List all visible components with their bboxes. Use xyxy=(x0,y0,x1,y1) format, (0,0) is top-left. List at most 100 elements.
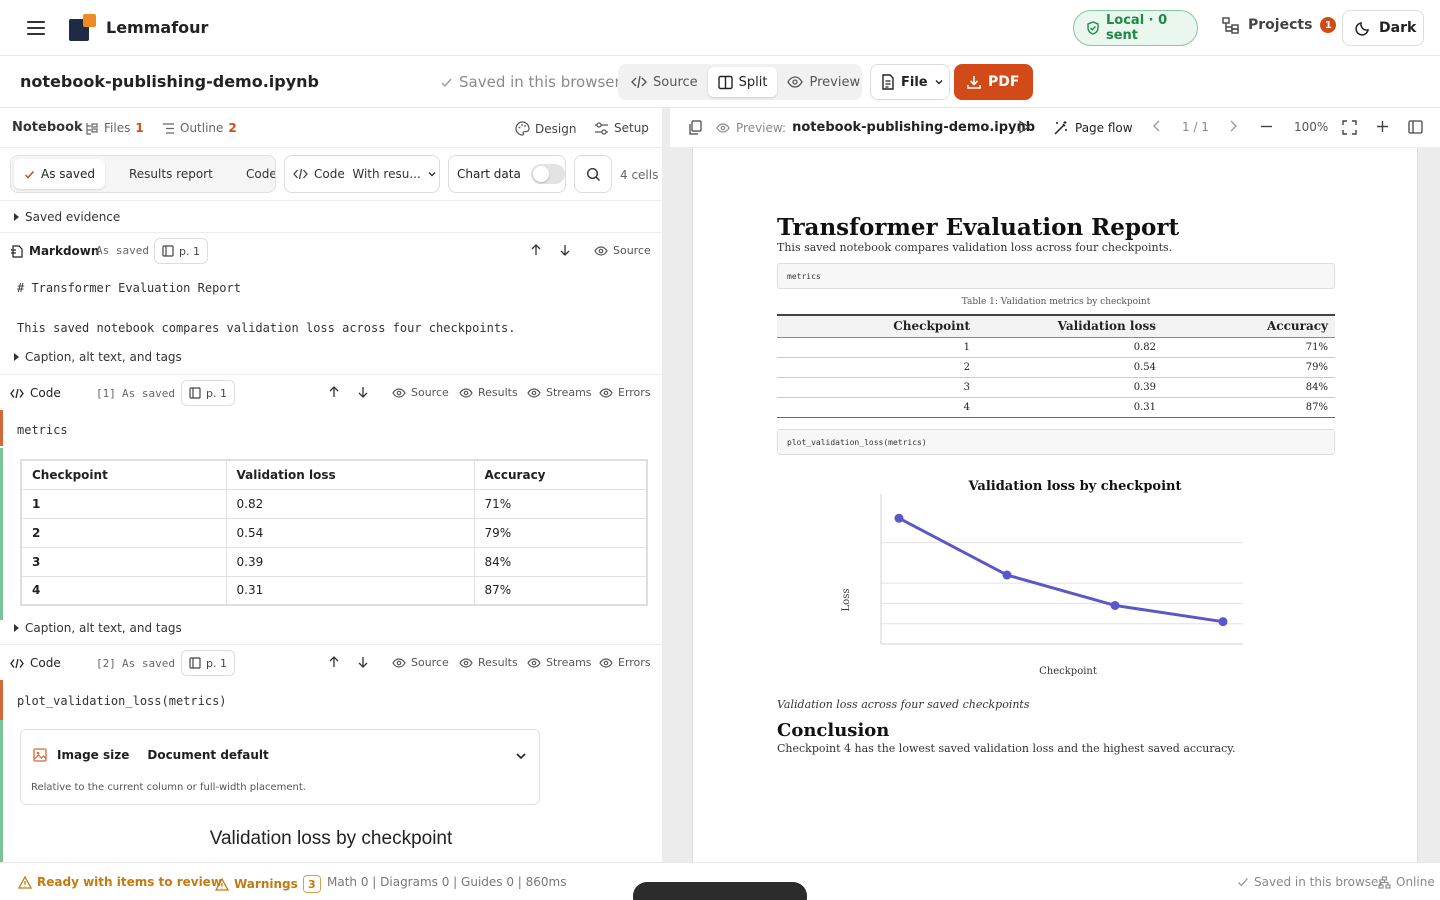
copy-button[interactable] xyxy=(688,120,702,135)
search-button[interactable] xyxy=(574,155,612,193)
tab-files[interactable]: Files 1 xyxy=(86,121,144,135)
file-menu-button[interactable]: File xyxy=(870,64,950,100)
code-cell-2-page-chip[interactable]: p. 1 xyxy=(181,650,235,676)
move-down-button[interactable] xyxy=(357,656,369,668)
view-mode-switch: Source Split Preview xyxy=(618,64,862,100)
code-cell-2-errors-toggle[interactable]: Errors xyxy=(599,656,651,669)
check-icon xyxy=(24,169,35,180)
network-icon xyxy=(1378,875,1391,889)
code-cell-1-kind: Code xyxy=(10,386,61,400)
move-down-button[interactable] xyxy=(357,386,369,398)
markdown-source-line-1[interactable]: # Transformer Evaluation Report xyxy=(17,281,241,295)
markdown-source-toggle[interactable]: Source xyxy=(594,244,651,257)
code-cell-1-state: As saved xyxy=(122,387,175,400)
code-cell-2-streams-toggle[interactable]: Streams xyxy=(527,656,592,669)
table-header: Validation loss xyxy=(225,459,475,490)
code-cell-2-results-toggle[interactable]: Results xyxy=(459,656,518,669)
markdown-caption-label: Caption, alt text, and tags xyxy=(25,350,182,364)
view-split-button[interactable]: Split xyxy=(707,67,778,97)
run-button[interactable] xyxy=(1018,120,1031,134)
save-status: Saved in this browser xyxy=(440,73,621,91)
files-icon xyxy=(86,122,99,135)
code-cell-1-caption-toggle[interactable]: Caption, alt text, and tags xyxy=(14,621,182,635)
mode-code-button[interactable]: Code + xyxy=(246,159,275,189)
local-status-badge[interactable]: Local · 0 sent xyxy=(1073,10,1198,46)
table-cell: 3 xyxy=(777,377,977,398)
view-source-button[interactable]: Source xyxy=(621,67,708,97)
code-cell-1-kind-label: Code xyxy=(30,386,61,400)
mode-as-saved-label: As saved xyxy=(41,167,95,181)
code-cell-1-source-label: Source xyxy=(411,386,449,399)
code-cell-1-page-chip[interactable]: p. 1 xyxy=(181,380,235,406)
saved-evidence-toggle[interactable]: Saved evidence xyxy=(14,210,120,224)
markdown-caption-toggle[interactable]: Caption, alt text, and tags xyxy=(14,350,182,364)
export-pdf-button[interactable]: PDF xyxy=(954,64,1033,100)
move-up-button[interactable] xyxy=(328,386,340,398)
warnings-button[interactable]: Warnings 3 xyxy=(215,875,321,893)
markdown-source-line-2[interactable]: This saved notebook compares validation … xyxy=(17,321,516,335)
code-cell-1-source-toggle[interactable]: Source xyxy=(392,386,449,399)
sliders-icon xyxy=(594,121,609,135)
zoom-in-button[interactable] xyxy=(1376,120,1389,133)
fullscreen-button[interactable] xyxy=(1342,120,1357,135)
report-conclusion-title: Conclusion xyxy=(777,720,890,741)
code-cell-1-results-toggle[interactable]: Results xyxy=(459,386,518,399)
zoom-out-button[interactable] xyxy=(1260,120,1273,133)
image-size-panel[interactable]: Image size Document default Relative to … xyxy=(20,729,540,805)
table-cell: 71% xyxy=(473,488,648,519)
preview-prefix: Preview: xyxy=(736,120,787,135)
table-row: 1 0.82 71% xyxy=(20,488,648,519)
document-filename[interactable]: notebook-publishing-demo.ipynb xyxy=(20,72,319,91)
split-icon xyxy=(717,75,733,90)
setup-button[interactable]: Setup xyxy=(594,121,649,135)
connection-status: Online xyxy=(1378,875,1435,889)
move-down-button[interactable] xyxy=(559,244,571,256)
preview-canvas: Transformer Evaluation Report This saved… xyxy=(670,148,1440,862)
chart-data-toggle[interactable]: Chart data xyxy=(448,155,566,193)
chart-point xyxy=(894,513,904,523)
code-cell-1-source[interactable]: metrics xyxy=(17,423,68,437)
code-cell-1-results-label: Results xyxy=(478,386,518,399)
review-status[interactable]: Ready with items to review xyxy=(18,875,222,889)
next-page-button[interactable] xyxy=(1228,120,1238,132)
code-display-select[interactable]: Code With resu... xyxy=(284,155,440,193)
chevron-down-icon[interactable] xyxy=(515,750,527,762)
code-cell-1-streams-toggle[interactable]: Streams xyxy=(527,386,592,399)
preview-page: Transformer Evaluation Report This saved… xyxy=(692,148,1418,862)
table-header: Accuracy xyxy=(473,459,648,490)
tab-notebook[interactable]: Notebook xyxy=(12,120,83,135)
menu-icon[interactable] xyxy=(24,16,48,40)
page-flow-button[interactable]: Page flow xyxy=(1053,120,1133,136)
design-button[interactable]: Design xyxy=(515,121,576,136)
page-flow-label: Page flow xyxy=(1075,121,1133,135)
table-cell: 87% xyxy=(1163,397,1335,418)
table-row: 3 0.39 84% xyxy=(20,546,648,577)
table-cell: 87% xyxy=(473,575,648,606)
table-row: 2 0.54 79% xyxy=(20,517,648,548)
chart-data-switch[interactable] xyxy=(530,164,565,184)
move-up-button[interactable] xyxy=(328,656,340,668)
render-mode-switch: As saved Results report Code + xyxy=(10,155,276,193)
code-cell-1-errors-toggle[interactable]: Errors xyxy=(599,386,651,399)
theme-toggle-button[interactable]: Dark xyxy=(1342,10,1424,46)
projects-button[interactable]: Projects 1 xyxy=(1222,16,1337,34)
mode-results-report-label: Results report xyxy=(129,167,213,181)
code-cell-2-source[interactable]: plot_validation_loss(metrics) xyxy=(17,694,227,708)
mode-as-saved-button[interactable]: As saved xyxy=(14,159,105,189)
view-preview-button[interactable]: Preview xyxy=(777,67,870,97)
mode-results-report-button[interactable]: Results report xyxy=(129,159,213,189)
table-cell: 84% xyxy=(1163,377,1335,398)
move-up-button[interactable] xyxy=(530,244,542,256)
floating-dock[interactable] xyxy=(633,882,807,900)
theme-label: Dark xyxy=(1379,20,1417,36)
pane-splitter[interactable] xyxy=(662,108,670,862)
plus-icon xyxy=(1376,120,1389,133)
tab-outline[interactable]: Outline 2 xyxy=(162,121,237,135)
toggle-panel-button[interactable] xyxy=(1408,120,1423,134)
image-size-value: Document default xyxy=(147,748,269,762)
report-table-caption: Table 1: Validation metrics by checkpoin… xyxy=(961,297,1151,307)
markdown-page-chip[interactable]: p. 1 xyxy=(154,238,208,264)
code-cell-2-source-toggle[interactable]: Source xyxy=(392,656,449,669)
arrow-up-icon xyxy=(328,656,340,668)
previous-page-button[interactable] xyxy=(1152,120,1162,132)
